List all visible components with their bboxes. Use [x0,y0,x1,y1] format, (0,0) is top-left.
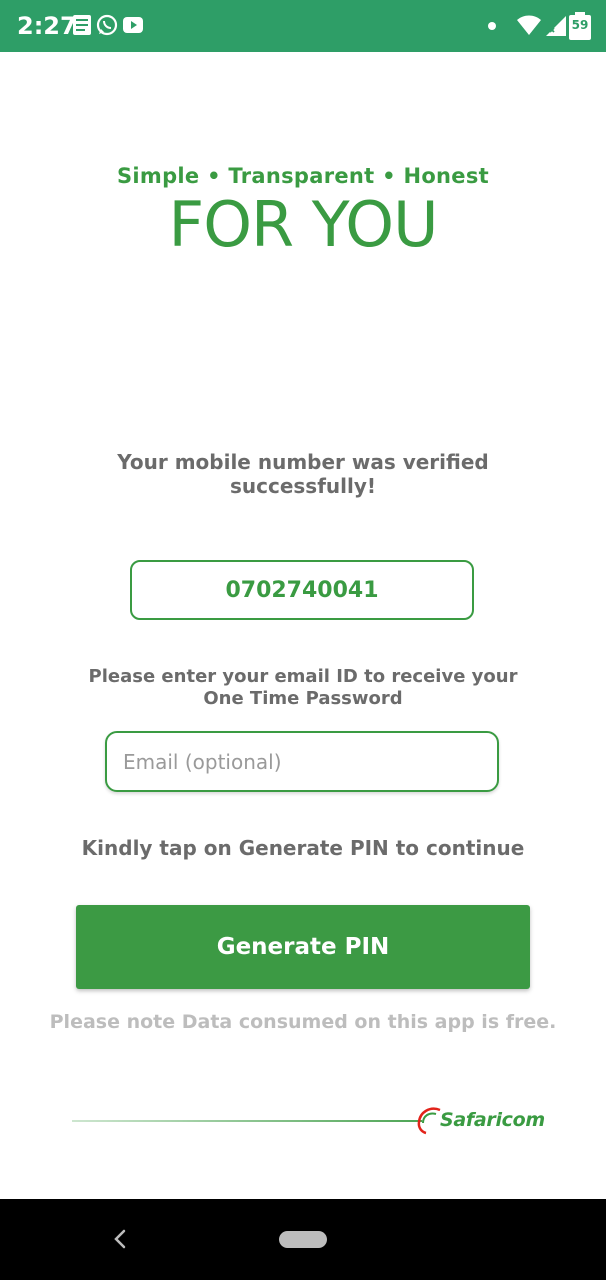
verification-message: Your mobile number was verified successf… [117,450,489,498]
logo-headline: FOR YOU [168,188,439,261]
generate-pin-button[interactable]: Generate PIN [76,905,530,989]
battery-icon: 59 [568,12,592,40]
navigation-bar [0,1199,606,1280]
email-input[interactable] [105,731,499,792]
youtube-icon [122,14,144,40]
safaricom-brand-text: Safaricom [440,1109,545,1131]
wifi-icon [516,14,542,40]
email-instruction: Please enter your email ID to receive yo… [88,666,518,709]
battery-level: 59 [571,18,589,32]
footer-divider [72,1120,422,1122]
notification-icon [72,14,92,40]
signal-icon [544,14,568,42]
back-icon[interactable] [110,1227,130,1255]
home-icon[interactable] [279,1231,327,1248]
mobile-number-display: 0702740041 [130,560,474,620]
dot-icon [488,22,496,30]
tap-instruction: Kindly tap on Generate PIN to continue [81,836,525,860]
data-free-note: Please note Data consumed on this app is… [49,1011,557,1033]
logo-tagline: Simple • Transparent • Honest [117,164,489,188]
whatsapp-icon [96,14,118,40]
status-bar: 2:27 59 [0,0,606,52]
status-time: 2:27 [17,12,77,40]
safaricom-logo: Safaricom [414,1104,545,1138]
